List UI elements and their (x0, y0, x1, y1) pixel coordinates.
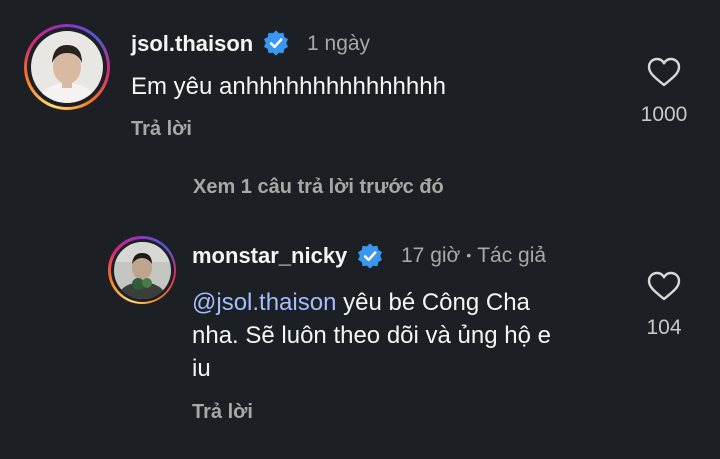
reply-meta: 17 giờ • Tác giả (401, 244, 546, 268)
comment-like-count: 1000 (640, 103, 688, 126)
comment-username[interactable]: jsol.thaison (131, 31, 253, 57)
avatar[interactable] (24, 24, 110, 110)
avatar-photo (31, 31, 103, 103)
meta-separator: • (466, 247, 472, 263)
comment-time: 1 ngày (307, 32, 371, 55)
view-previous-replies-button[interactable]: Xem 1 câu trả lời trước đó (193, 176, 444, 199)
mention-link[interactable]: @jsol.thaison (192, 289, 336, 316)
reply-text-line-2: nha. Sẽ luôn theo dõi và ủng hộ e (192, 322, 551, 349)
comment-like-heart-icon[interactable] (647, 57, 681, 87)
reply-username[interactable]: monstar_nicky (192, 243, 347, 269)
comment-reply-button[interactable]: Trả lời (131, 118, 192, 141)
reply-like-count: 104 (646, 316, 682, 339)
comment-text: Em yêu anhhhhhhhhhhhhhhh (131, 73, 446, 100)
reply-like-heart-icon[interactable] (647, 271, 681, 301)
reply-avatar[interactable] (108, 236, 176, 304)
reply-text-line-1: @jsol.thaison yêu bé Công Cha (192, 286, 612, 319)
reply-text-line-1-rest: yêu bé Công Cha (336, 289, 530, 316)
reply-text: @jsol.thaison yêu bé Công Cha nha. Sẽ lu… (192, 286, 612, 385)
reply-reply-button[interactable]: Trả lời (192, 401, 253, 424)
reply-text-line-3: iu (192, 355, 211, 382)
reply-time: 17 giờ (401, 244, 461, 267)
reply-avatar-photo (113, 241, 171, 299)
author-badge: Tác giả (477, 244, 547, 267)
verified-badge-icon (263, 30, 289, 56)
reply-verified-badge-icon (357, 243, 383, 269)
